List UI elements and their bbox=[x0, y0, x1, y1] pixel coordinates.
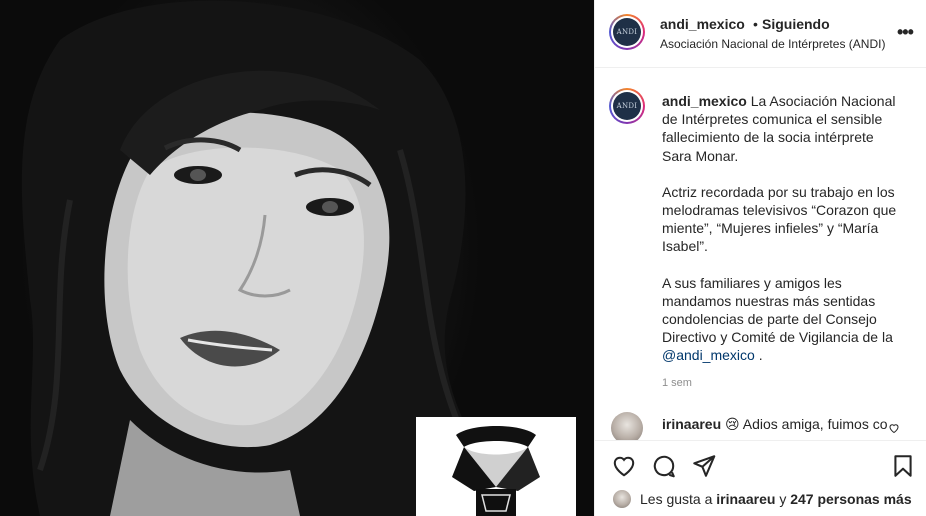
crying-emoji: 😢 bbox=[725, 416, 740, 432]
avatar-logo-text: ANDI bbox=[616, 28, 638, 36]
likes-middle: y bbox=[779, 491, 787, 507]
post-header: ANDI andi_mexico • Siguiendo Asociación … bbox=[595, 0, 926, 68]
caption-paragraph-3: A sus familiares y amigos les mandamos n… bbox=[662, 274, 893, 346]
small-heart-icon[interactable] bbox=[888, 422, 900, 434]
actions-bar: Les gusta a irinaareu y 247 personas más bbox=[595, 440, 926, 516]
account-avatar[interactable]: ANDI bbox=[609, 14, 645, 50]
ribbon-icon bbox=[452, 426, 540, 516]
post-image[interactable] bbox=[0, 0, 594, 516]
comment-text: irinaareu 😢 Adios amiga, fuimos compañer… bbox=[662, 415, 888, 437]
likes-summary: Les gusta a irinaareu y 247 personas más bbox=[640, 491, 912, 507]
following-button[interactable]: Siguiendo bbox=[762, 16, 830, 32]
more-options-icon[interactable]: ••• bbox=[897, 22, 914, 43]
separator-dot: • bbox=[753, 16, 758, 32]
comment-body: Adios amiga, fuimos compañeras de trabaj… bbox=[742, 416, 888, 432]
heart-icon[interactable] bbox=[611, 453, 637, 479]
mention-link[interactable]: @andi_mexico bbox=[662, 347, 755, 363]
avatar-logo-text: ANDI bbox=[616, 102, 638, 110]
share-icon[interactable] bbox=[691, 453, 717, 479]
liker-username-link[interactable]: irinaareu bbox=[716, 491, 775, 507]
header-username-link[interactable]: andi_mexico bbox=[660, 16, 745, 32]
likes-prefix: Les gusta a bbox=[640, 491, 713, 507]
caption-username-link[interactable]: andi_mexico bbox=[662, 93, 747, 109]
mourning-ribbon-overlay bbox=[416, 417, 576, 516]
post-caption: andi_mexico La Asociación Nacional de In… bbox=[662, 92, 902, 383]
comment-username-link[interactable]: irinaareu bbox=[662, 416, 721, 432]
likes-count-link[interactable]: 247 personas más bbox=[790, 491, 911, 507]
account-subtitle: Asociación Nacional de Intérpretes (ANDI… bbox=[660, 37, 886, 51]
post-details-panel: ANDI andi_mexico • Siguiendo Asociación … bbox=[594, 0, 926, 516]
liker-avatar[interactable] bbox=[613, 490, 631, 508]
post-timestamp[interactable]: 1 sem bbox=[662, 377, 692, 389]
caption-paragraph-2: Actriz recordada por su trabajo en los m… bbox=[662, 183, 897, 255]
caption-end: . bbox=[758, 347, 763, 364]
comment-icon[interactable] bbox=[651, 453, 677, 479]
bookmark-icon[interactable] bbox=[890, 453, 916, 479]
caption-avatar[interactable]: ANDI bbox=[609, 88, 645, 124]
